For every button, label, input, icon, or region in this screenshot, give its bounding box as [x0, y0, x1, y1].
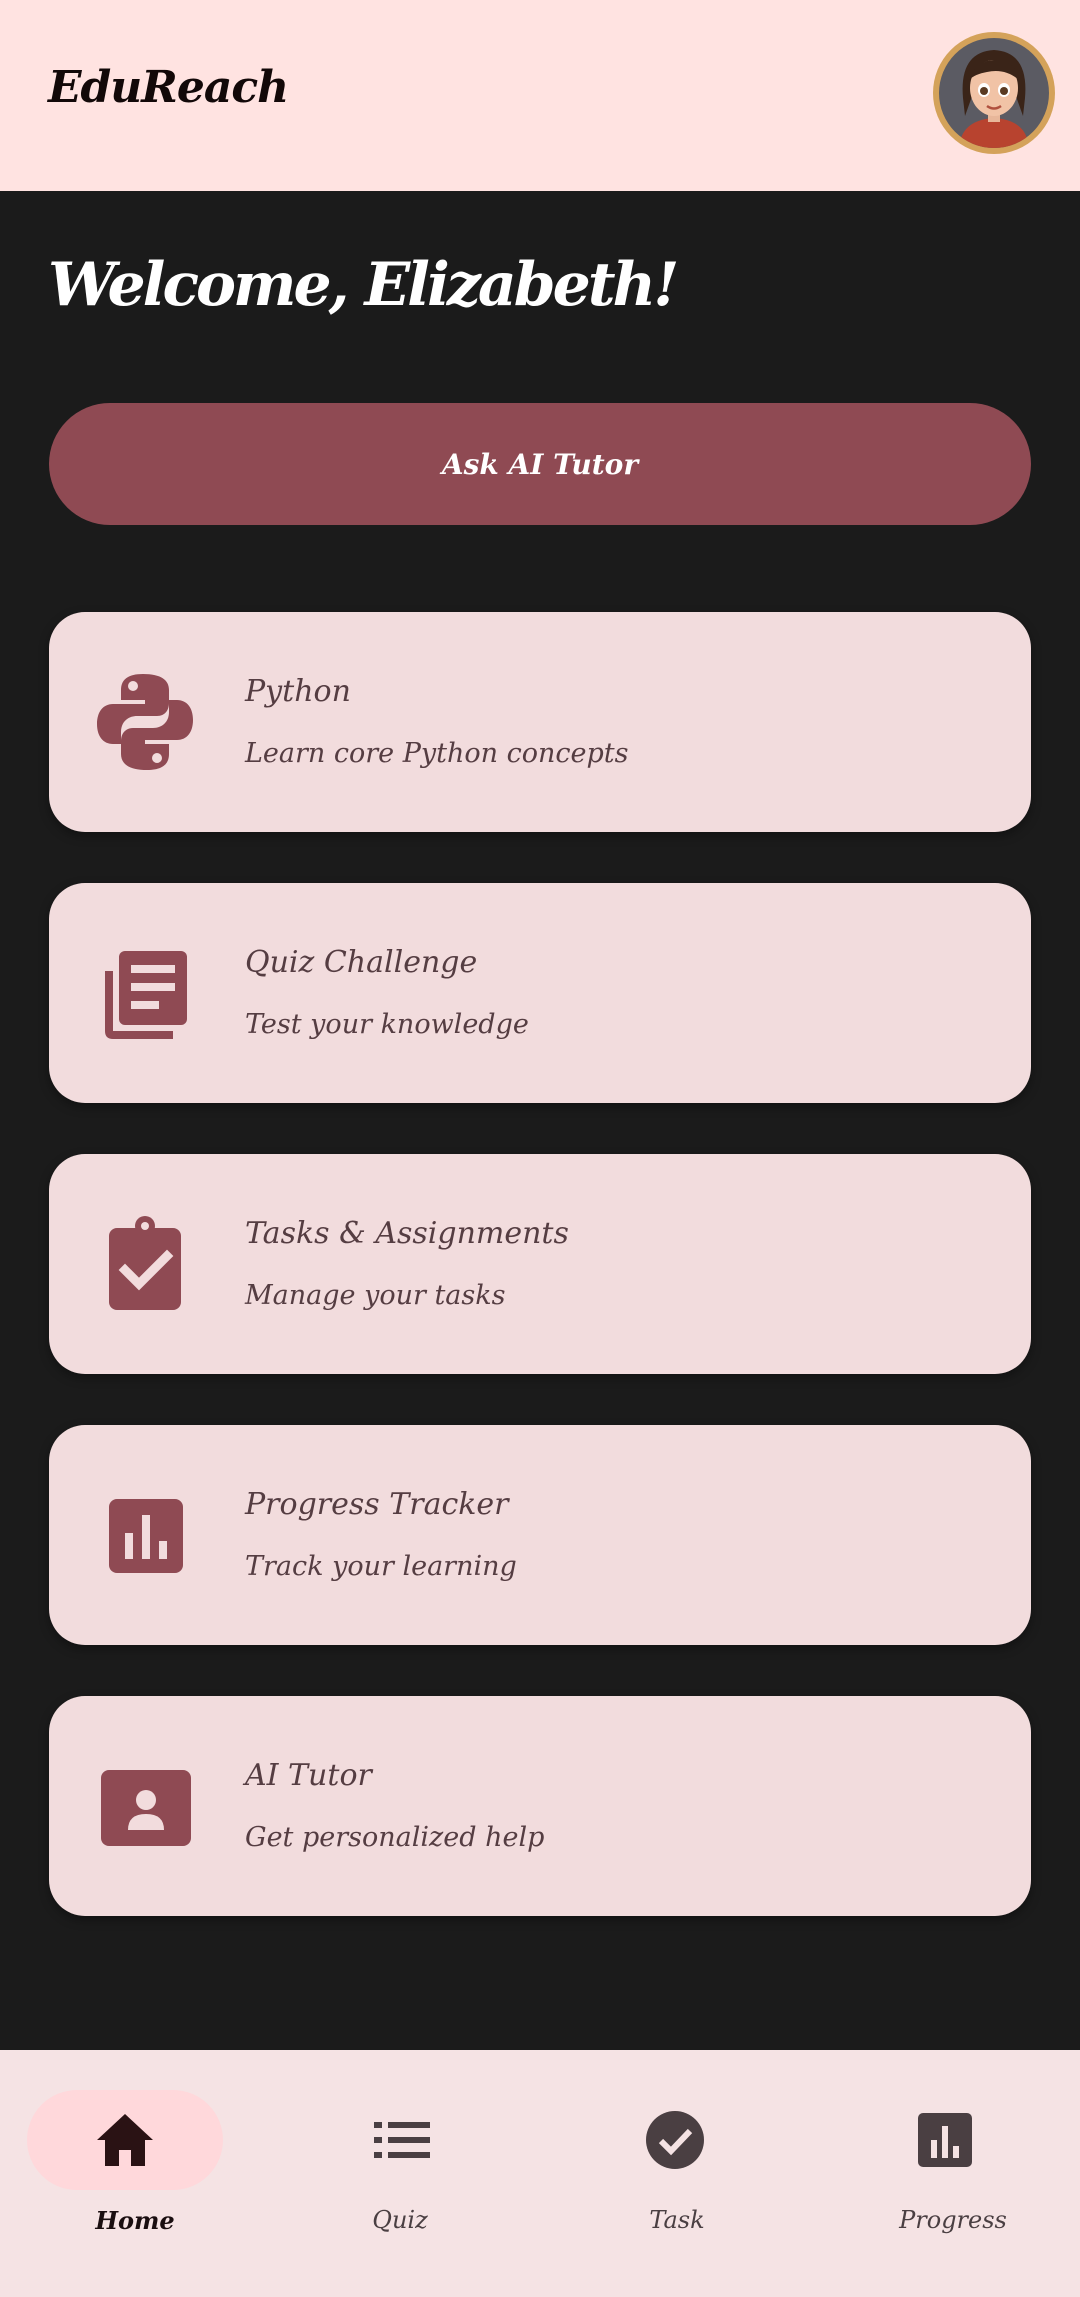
nav-item-progress[interactable]	[810, 2050, 1080, 2297]
bar-chart-icon	[95, 1485, 195, 1585]
clipboard-check-icon	[95, 1214, 195, 1314]
card-title: Tasks & Assignments	[245, 1216, 569, 1251]
card-title: Quiz Challenge	[245, 945, 478, 980]
quiz-challenge-card[interactable]: Quiz Challenge Test your knowledge	[49, 883, 1031, 1103]
home-icon	[97, 2114, 153, 2166]
card-subtitle: Manage your tasks	[245, 1280, 506, 1311]
nav-label-home: Home	[95, 2206, 175, 2235]
card-subtitle: Learn core Python concepts	[245, 738, 629, 769]
library-books-icon	[95, 943, 195, 1043]
profile-avatar[interactable]	[933, 32, 1055, 154]
tasks-assignments-card[interactable]: Tasks & Assignments Manage your tasks	[49, 1154, 1031, 1374]
ai-tutor-card[interactable]: AI Tutor Get personalized help	[49, 1696, 1031, 1916]
card-subtitle: Get personalized help	[245, 1822, 545, 1853]
card-title: Progress Tracker	[245, 1487, 509, 1522]
ask-ai-tutor-label: Ask AI Tutor	[441, 447, 639, 481]
avatar-image	[939, 38, 1049, 148]
nav-label-task: Task	[649, 2206, 705, 2234]
card-title: AI Tutor	[245, 1758, 372, 1793]
card-subtitle: Test your knowledge	[245, 1009, 529, 1040]
bottom-navigation	[0, 2050, 1080, 2297]
list-icon	[374, 2122, 430, 2158]
card-title: Python	[245, 674, 351, 709]
nav-item-task[interactable]	[540, 2050, 810, 2297]
progress-tracker-card[interactable]: Progress Tracker Track your learning	[49, 1425, 1031, 1645]
check-circle-icon	[646, 2111, 704, 2169]
nav-label-progress: Progress	[899, 2206, 1007, 2234]
nav-item-quiz[interactable]	[270, 2050, 540, 2297]
nav-item-home[interactable]	[0, 2050, 270, 2297]
welcome-heading: Welcome, Elizabeth!	[48, 250, 680, 320]
ask-ai-tutor-button[interactable]: Ask AI Tutor	[49, 403, 1031, 525]
nav-label-quiz: Quiz	[372, 2206, 428, 2234]
card-subtitle: Track your learning	[245, 1551, 517, 1582]
python-card[interactable]: Python Learn core Python concepts	[49, 612, 1031, 832]
python-logo-icon	[95, 672, 195, 772]
contact-card-icon	[95, 1756, 195, 1856]
app-title: EduReach	[48, 62, 289, 113]
bar-chart-icon	[918, 2113, 972, 2167]
top-app-bar: EduReach	[0, 0, 1080, 191]
